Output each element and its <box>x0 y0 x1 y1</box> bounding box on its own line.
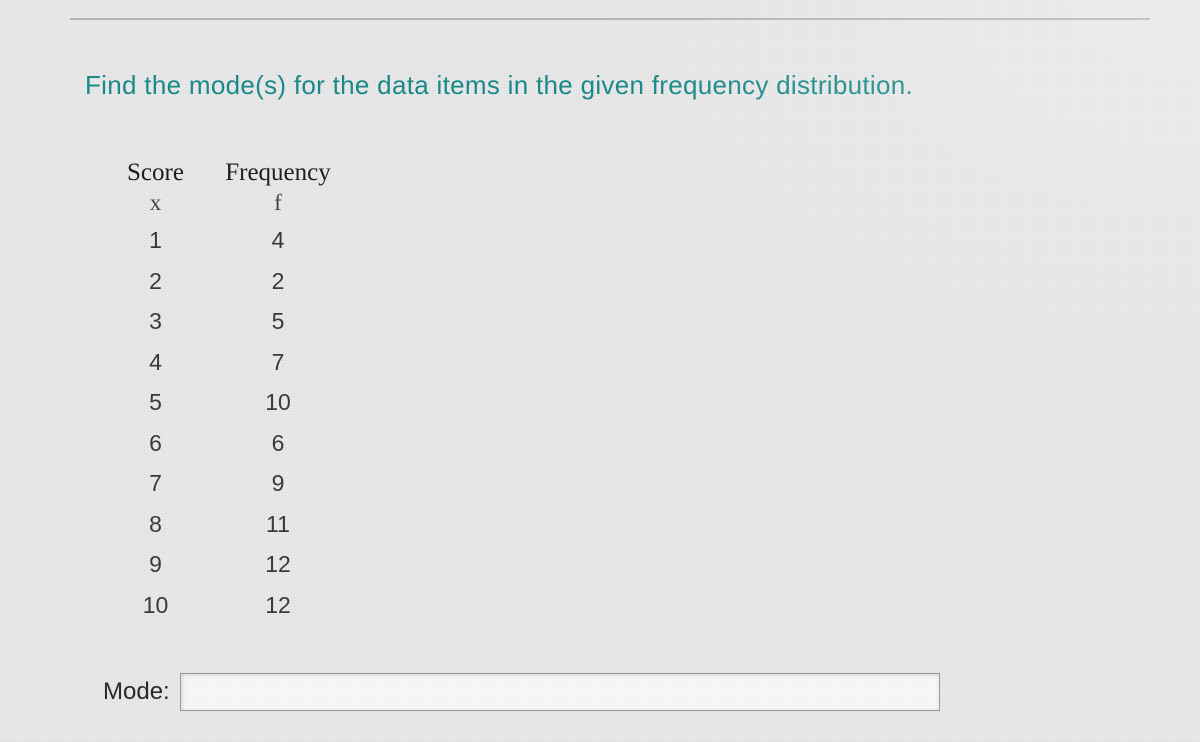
cell-x: 5 <box>103 382 208 423</box>
cell-x: 7 <box>103 463 208 504</box>
symbol-f: f <box>208 187 348 220</box>
cell-x: 8 <box>103 504 208 545</box>
cell-x: 3 <box>103 301 208 342</box>
table-row: 8 11 <box>103 504 348 545</box>
table-row: 4 7 <box>103 342 348 383</box>
answer-row: Mode: <box>103 673 1140 711</box>
mode-label: Mode: <box>103 678 170 706</box>
cell-f: 5 <box>208 301 348 342</box>
cell-f: 9 <box>208 463 348 504</box>
section-divider <box>70 18 1150 20</box>
cell-f: 10 <box>208 382 348 423</box>
table-row: 9 12 <box>103 544 348 585</box>
table-row: 2 2 <box>103 261 348 302</box>
cell-x: 10 <box>103 585 208 626</box>
cell-f: 4 <box>208 220 348 261</box>
question-text: Find the mode(s) for the data items in t… <box>85 70 1140 101</box>
cell-x: 4 <box>103 342 208 383</box>
table-row: 10 12 <box>103 585 348 626</box>
cell-f: 7 <box>208 342 348 383</box>
frequency-table: Score Frequency x f 1 4 2 2 3 5 4 7 <box>103 156 1140 625</box>
table-row: 5 10 <box>103 382 348 423</box>
table-row: 1 4 <box>103 220 348 261</box>
table-row: 6 6 <box>103 423 348 464</box>
cell-x: 2 <box>103 261 208 302</box>
cell-f: 12 <box>208 585 348 626</box>
header-score: Score <box>103 156 208 187</box>
table-row: 3 5 <box>103 301 348 342</box>
table-header-row: Score Frequency <box>103 156 348 187</box>
symbol-x: x <box>103 187 208 220</box>
mode-input[interactable] <box>180 673 940 711</box>
cell-x: 9 <box>103 544 208 585</box>
question-block: Find the mode(s) for the data items in t… <box>85 70 1140 711</box>
cell-f: 6 <box>208 423 348 464</box>
cell-x: 1 <box>103 220 208 261</box>
cell-x: 6 <box>103 423 208 464</box>
cell-f: 2 <box>208 261 348 302</box>
table-row: 7 9 <box>103 463 348 504</box>
table-symbol-row: x f <box>103 187 348 220</box>
cell-f: 11 <box>208 504 348 545</box>
header-frequency: Frequency <box>208 156 348 187</box>
cell-f: 12 <box>208 544 348 585</box>
